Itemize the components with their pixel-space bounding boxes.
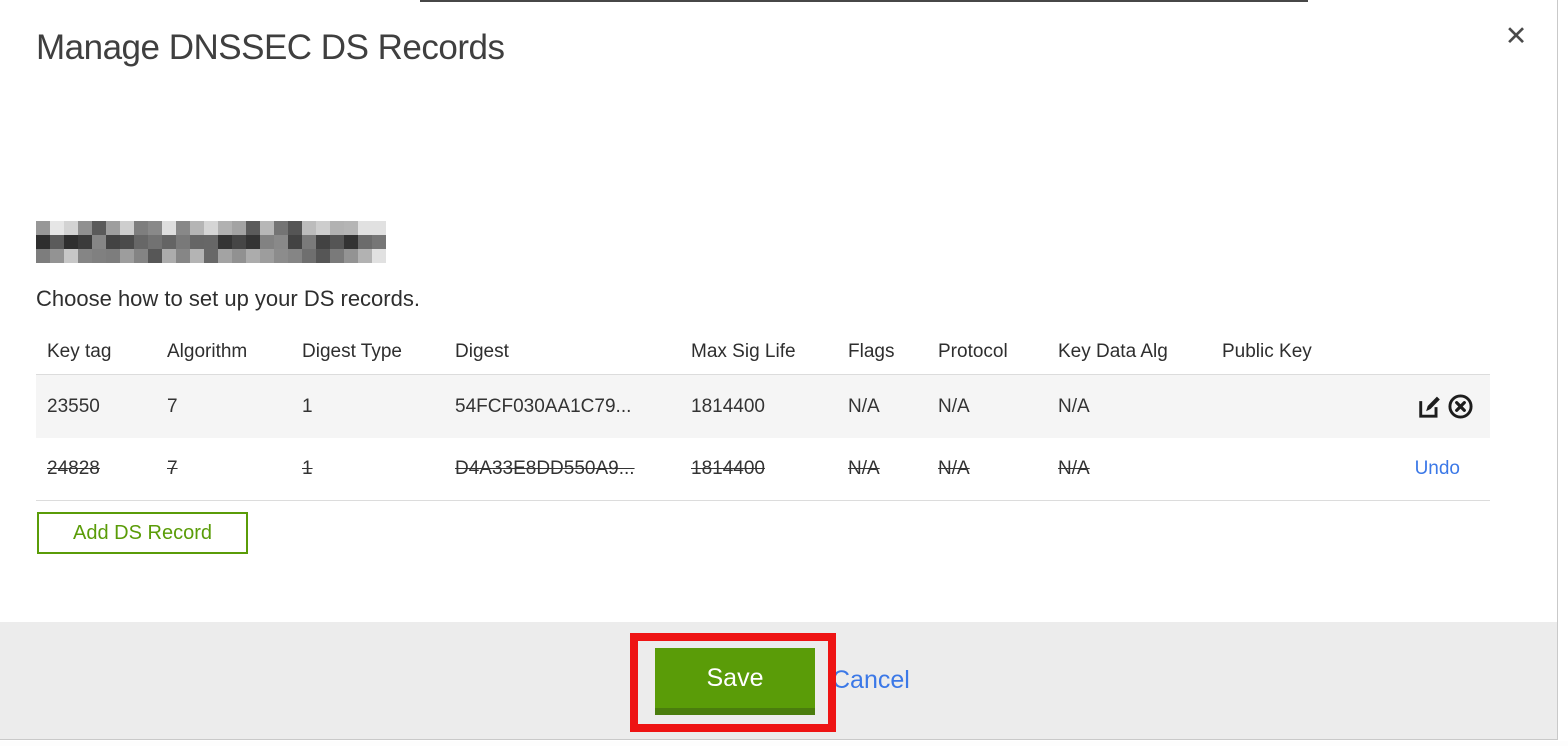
cell-key-data-alg: N/A xyxy=(1058,395,1090,417)
cell-digest: 54FCF030AA1C79... xyxy=(455,395,632,417)
table-row-deleted: 24828 7 1 D4A33E8DD550A9... 1814400 N/A … xyxy=(36,438,1490,501)
cell-max-sig-life: 1814400 xyxy=(691,395,765,417)
cell-key-data-alg: N/A xyxy=(1058,458,1090,479)
table-header-row: Key tag Algorithm Digest Type Digest Max… xyxy=(36,330,1490,374)
cell-max-sig-life: 1814400 xyxy=(691,458,765,479)
column-header-max-sig-life: Max Sig Life xyxy=(691,341,796,362)
undo-link[interactable]: Undo xyxy=(1415,458,1474,480)
cancel-link[interactable]: Cancel xyxy=(832,666,910,695)
save-button[interactable]: Save xyxy=(655,648,815,715)
dnssec-dialog: Manage DNSSEC DS Records ✕ Choose how to… xyxy=(0,0,1568,746)
dialog-title: Manage DNSSEC DS Records xyxy=(36,28,505,67)
table-row: 23550 7 1 54FCF030AA1C79... 1814400 N/A … xyxy=(36,374,1490,438)
dialog-subtitle: Choose how to set up your DS records. xyxy=(36,286,420,311)
column-header-digest-type: Digest Type xyxy=(302,341,402,362)
cell-protocol: N/A xyxy=(938,458,970,479)
delete-record-icon[interactable] xyxy=(1447,393,1474,420)
ds-records-table: Key tag Algorithm Digest Type Digest Max… xyxy=(36,330,1490,501)
edit-record-icon[interactable] xyxy=(1416,393,1443,420)
column-header-key-data-alg: Key Data Alg xyxy=(1058,341,1168,362)
cell-algorithm: 7 xyxy=(167,395,178,417)
column-header-protocol: Protocol xyxy=(938,341,1008,362)
column-header-public-key: Public Key xyxy=(1222,341,1312,362)
column-header-algorithm: Algorithm xyxy=(167,341,248,362)
row-actions xyxy=(1331,393,1490,420)
close-icon[interactable]: ✕ xyxy=(1498,18,1534,54)
cell-key-tag: 23550 xyxy=(47,395,100,417)
page-content-below-dialog xyxy=(0,741,1568,746)
background-edge-line xyxy=(420,0,1308,2)
dialog-right-border xyxy=(1557,0,1558,740)
column-header-key-tag: Key tag xyxy=(47,341,112,362)
cell-flags: N/A xyxy=(848,395,880,417)
cell-algorithm: 7 xyxy=(167,458,178,479)
cell-digest-type: 1 xyxy=(302,395,313,417)
column-header-digest: Digest xyxy=(455,341,509,362)
cell-digest: D4A33E8DD550A9... xyxy=(455,458,635,479)
column-header-flags: Flags xyxy=(848,341,895,362)
cell-key-tag: 24828 xyxy=(47,458,100,479)
row-actions: Undo xyxy=(1331,458,1490,480)
cell-flags: N/A xyxy=(848,458,880,479)
cell-digest-type: 1 xyxy=(302,458,313,479)
add-ds-record-button[interactable]: Add DS Record xyxy=(37,512,248,554)
redacted-domain-name xyxy=(36,221,386,263)
cell-protocol: N/A xyxy=(938,395,970,417)
